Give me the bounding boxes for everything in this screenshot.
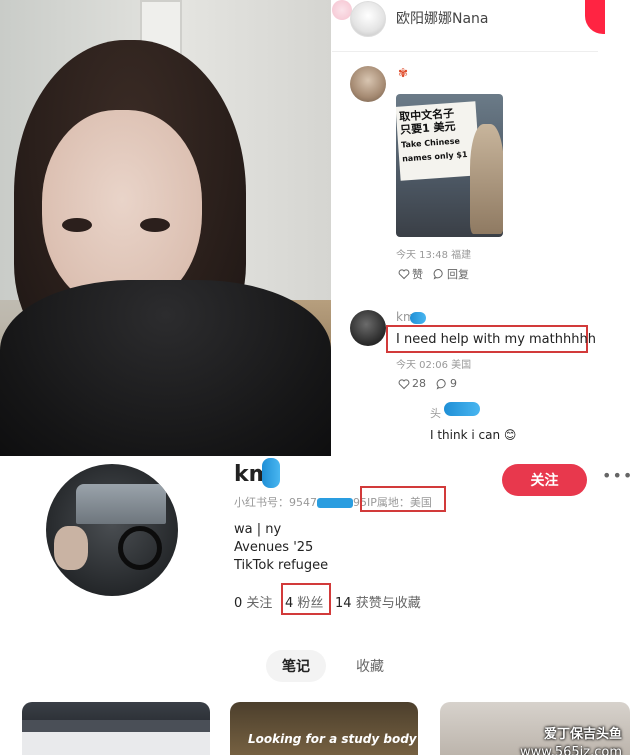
reply-button-2[interactable]: 9 (436, 377, 457, 390)
following-label: 关注 (246, 596, 273, 611)
followers-count: 4 (285, 596, 294, 611)
commenter-avatar-2[interactable] (350, 310, 386, 346)
comments-panel: 欧阳娜娜Nana ✾ 取中文名子 只要1 美元 Take Chinese nam… (332, 0, 598, 456)
followers-label: 粉丝 (297, 596, 324, 611)
comments-header: 欧阳娜娜Nana (332, 0, 598, 52)
card-1-toolbar (22, 720, 210, 732)
watermark-line-1: 爱丁保吉头鱼 (543, 727, 622, 742)
ip-location: IP属地：美国 (367, 496, 432, 509)
header-username[interactable]: 欧阳娜娜Nana (396, 8, 489, 28)
watermark: 爱丁保吉头鱼 www.565jz.com (520, 726, 622, 755)
emoji-icon: 😊 (503, 428, 517, 442)
header-avatar[interactable] (350, 1, 386, 37)
car-windshield (76, 484, 166, 524)
reply-username[interactable]: 头 (430, 405, 441, 421)
reply-count: 9 (450, 377, 457, 390)
profile-tabs: 笔记 收藏 (266, 650, 400, 682)
reply-text: I think i can 😊 (430, 428, 516, 442)
like-button-2[interactable]: 28 (398, 377, 426, 390)
heart-icon (398, 378, 410, 389)
reply-label: 回复 (447, 268, 469, 281)
sign-en-line2: names only $1 (401, 149, 468, 164)
like-button[interactable]: 赞 (398, 266, 423, 282)
tab-favorites[interactable]: 收藏 (340, 650, 400, 682)
photo-scarf (0, 280, 331, 456)
following-stat[interactable]: 0 关注 (234, 592, 272, 611)
note-card-2[interactable]: Looking for a study body (230, 702, 418, 755)
likes-label: 获赞与收藏 (355, 596, 421, 611)
heart-icon (398, 269, 410, 280)
photo-eye-right (140, 218, 170, 232)
hand (54, 526, 88, 570)
dog-figure (470, 124, 503, 234)
note-card-1[interactable] (22, 702, 210, 755)
redaction-mark (317, 498, 353, 508)
profile-id-prefix: 小红书号：9547 (234, 496, 317, 509)
likes-count: 14 (335, 596, 352, 611)
comment-bubble-icon (436, 378, 446, 390)
steering-wheel (118, 526, 162, 570)
reply-text-content: I think i can (430, 428, 501, 442)
comment-2-actions: 28 9 (398, 377, 457, 390)
sign-en-line1: Take Chinese (400, 136, 461, 150)
tab-notes[interactable]: 笔记 (266, 650, 326, 682)
profile-photo (0, 0, 331, 456)
comment-1-time: 今天 13:48 福建 (396, 250, 472, 261)
watermark-line-2: www.565jz.com (520, 745, 622, 755)
like-count: 28 (412, 377, 426, 390)
commenter-avatar-1[interactable] (350, 66, 386, 102)
maple-leaf-icon: ✾ (398, 66, 409, 80)
redaction-mark (262, 458, 280, 488)
comment-2-time: 今天 02:06 美国 (396, 360, 472, 371)
sign-board: 取中文名子 只要1 美元 Take Chinese names only $1 (396, 101, 481, 181)
photo-eye-left (62, 218, 92, 232)
comment-1-actions: 赞 回复 (398, 266, 469, 282)
bio-line-1: wa | ny (234, 522, 282, 537)
profile-avatar[interactable] (46, 464, 178, 596)
bio-line-2: Avenues '25 (234, 540, 314, 555)
redaction-mark (444, 402, 480, 416)
reply-button[interactable]: 回复 (433, 266, 469, 282)
profile-section: km 小红书号：9547 95 IP属地：美国 关注 ••• wa | ny Av… (0, 456, 640, 755)
bio-line-3: TikTok refugee (234, 558, 329, 573)
followers-stat[interactable]: 4 粉丝 (285, 592, 323, 611)
likes-stat[interactable]: 14 获赞与收藏 (335, 592, 421, 611)
comment-2-text: I need help with my mathhhhh (396, 332, 596, 347)
more-dots-icon[interactable]: ••• (602, 466, 633, 485)
comment-image[interactable]: 取中文名子 只要1 美元 Take Chinese names only $1 (396, 94, 503, 237)
following-count: 0 (234, 596, 243, 611)
comment-bubble-icon (433, 269, 443, 280)
follow-button[interactable]: 关注 (502, 464, 587, 496)
profile-id: 小红书号：9547 95 (234, 494, 367, 510)
card-2-caption: Looking for a study body (248, 732, 417, 746)
redaction-mark (410, 312, 426, 324)
like-label: 赞 (412, 268, 423, 281)
